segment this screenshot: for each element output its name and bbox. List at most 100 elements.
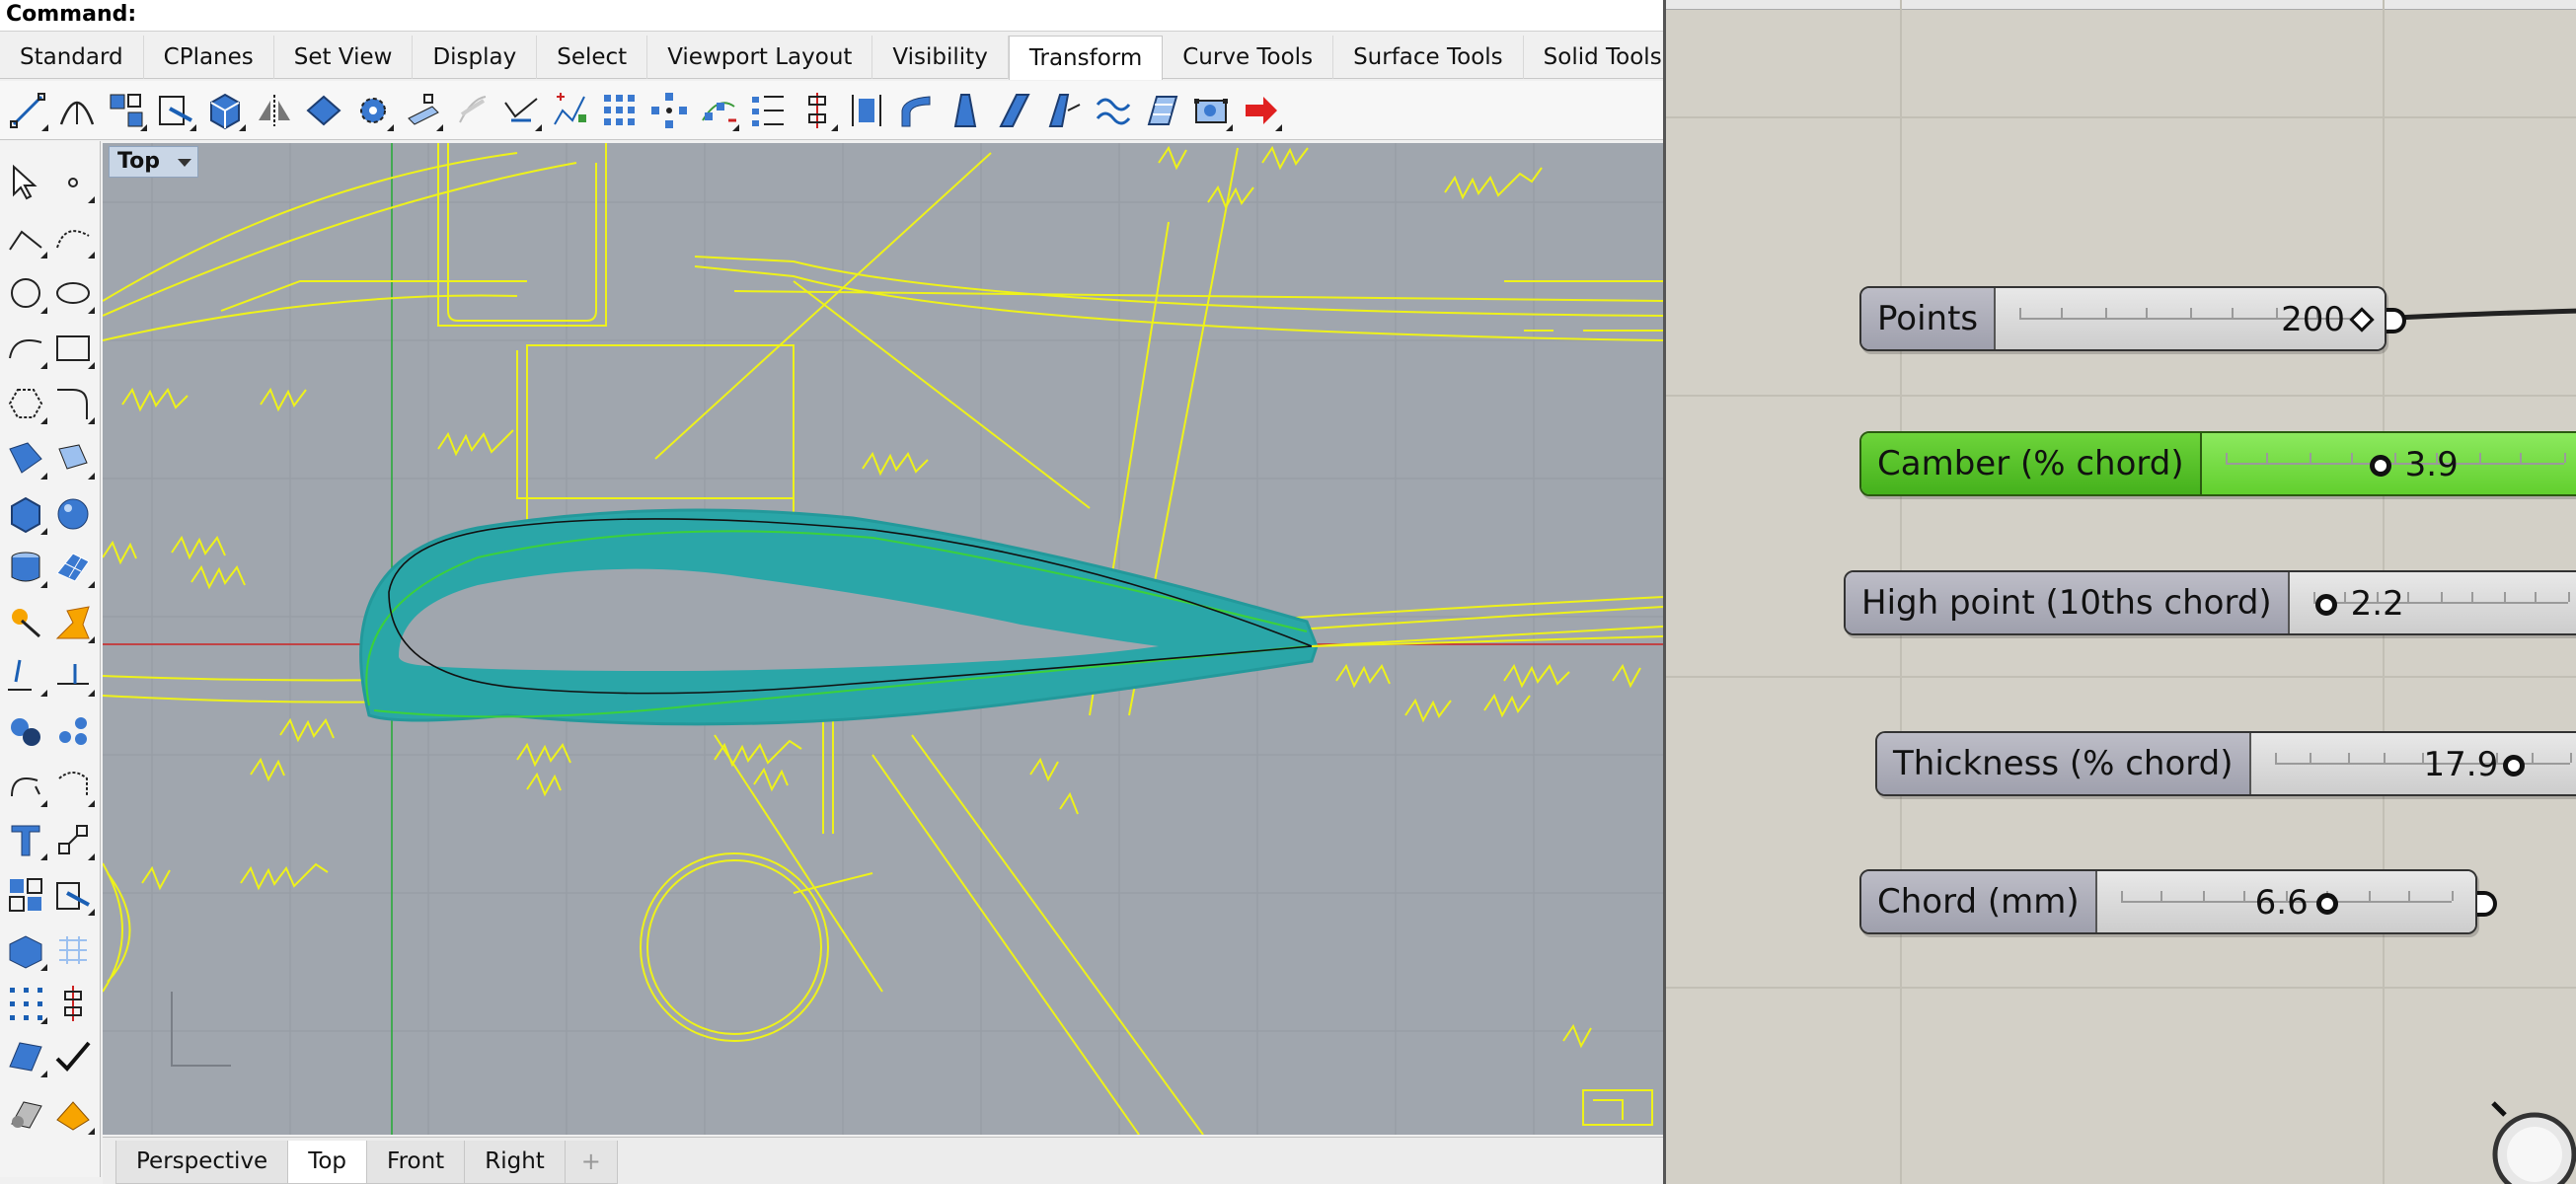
trim-icon[interactable] <box>4 654 47 698</box>
scale-tool-icon[interactable] <box>51 873 95 917</box>
arc-icon[interactable] <box>4 327 47 370</box>
fillet-icon[interactable] <box>51 382 95 425</box>
viewport-menu-chevron-down-icon[interactable] <box>177 159 191 167</box>
render-icon[interactable] <box>4 1092 47 1136</box>
polygon-icon[interactable] <box>4 382 47 425</box>
copy-icon[interactable] <box>55 88 98 133</box>
ungroup-icon[interactable] <box>51 709 95 753</box>
points-on-icon[interactable] <box>4 982 47 1025</box>
extrude-surface-icon[interactable] <box>51 437 95 481</box>
rotate-curve-icon[interactable] <box>4 765 47 808</box>
tab-curve-tools[interactable]: Curve Tools <box>1163 36 1334 79</box>
shear-icon[interactable] <box>993 88 1035 133</box>
slider-thickness-label: Thickness (% chord) <box>1877 733 2251 794</box>
stretch-icon[interactable] <box>1042 88 1085 133</box>
slider-thickness-knob-icon[interactable] <box>2502 755 2525 777</box>
slider-points-rail[interactable]: 200 <box>1996 288 2385 349</box>
explode-icon[interactable] <box>51 601 95 644</box>
canvas-navigation-ball-icon[interactable] <box>2485 1095 2576 1184</box>
rectangle-icon[interactable] <box>51 327 95 370</box>
tab-standard[interactable]: Standard <box>0 36 144 79</box>
flow-surface-icon[interactable] <box>1141 88 1183 133</box>
slider-chord[interactable]: Chord (mm) 6.6 <box>1859 869 2497 934</box>
check-icon[interactable] <box>51 1035 95 1078</box>
tab-viewport-layout[interactable]: Viewport Layout <box>647 36 873 79</box>
curve-icon[interactable] <box>51 216 95 259</box>
cage-edit-icon[interactable] <box>1190 88 1233 133</box>
tab-visibility[interactable]: Visibility <box>872 36 1009 79</box>
grasshopper-canvas[interactable]: Points 200 Camber (% chord) 3.9 High poi… <box>1663 0 2576 1184</box>
bend-curve-icon[interactable] <box>894 88 937 133</box>
move-icon[interactable] <box>6 88 48 133</box>
slider-high-point[interactable]: High point (10ths chord) 2.2 <box>1844 570 2576 635</box>
array-surface-icon[interactable] <box>746 88 789 133</box>
slider-chord-knob-icon[interactable] <box>2315 893 2338 915</box>
scale-icon[interactable] <box>154 88 196 133</box>
sphere-icon[interactable] <box>51 492 95 536</box>
viewport-tab-top[interactable]: Top <box>287 1141 368 1184</box>
slider-thickness-rail[interactable]: 17.9 <box>2250 733 2576 794</box>
rotate-icon[interactable] <box>105 88 147 133</box>
split-icon[interactable] <box>51 654 95 698</box>
viewport-title[interactable]: Top <box>109 146 198 178</box>
box-icon[interactable] <box>203 88 246 133</box>
taper-icon[interactable] <box>944 88 986 133</box>
tab-surface-tools[interactable]: Surface Tools <box>1333 36 1524 79</box>
viewport-tab-front[interactable]: Front <box>366 1141 466 1184</box>
osnap-icon[interactable] <box>51 982 95 1025</box>
dimension-icon[interactable] <box>51 818 95 861</box>
mirror-icon[interactable] <box>253 88 295 133</box>
array-polar-icon[interactable] <box>401 88 443 133</box>
twist-icon[interactable] <box>450 88 492 133</box>
tab-select[interactable]: Select <box>537 36 648 79</box>
mesh-icon[interactable] <box>51 546 95 589</box>
group-icon[interactable] <box>4 709 47 753</box>
cylinder-icon[interactable] <box>4 546 47 589</box>
orient-icon[interactable] <box>302 88 344 133</box>
block-icon[interactable] <box>4 873 47 917</box>
ellipse-icon[interactable] <box>51 271 95 315</box>
mesh-render-icon[interactable] <box>4 1035 47 1078</box>
point-icon[interactable] <box>51 161 95 204</box>
slider-thickness[interactable]: Thickness (% chord) 17.9 <box>1875 731 2576 796</box>
analyze-icon[interactable] <box>4 601 47 644</box>
slider-camber[interactable]: Camber (% chord) 3.9 <box>1859 431 2576 496</box>
smash-icon[interactable] <box>1092 88 1134 133</box>
surface-icon[interactable] <box>4 437 47 481</box>
set-pt-icon[interactable] <box>796 88 838 133</box>
add-viewport-tab-icon[interactable]: + <box>564 1141 618 1184</box>
grid-array-icon[interactable] <box>598 88 641 133</box>
tab-cplanes[interactable]: CPlanes <box>144 36 274 79</box>
slider-high-point-rail[interactable]: 2.2 <box>2289 572 2576 633</box>
viewport-top[interactable] <box>103 143 1663 1135</box>
polar-array-icon[interactable] <box>647 88 690 133</box>
slider-points[interactable]: Points 200 <box>1859 286 2406 351</box>
arrow-icon[interactable] <box>1240 88 1282 133</box>
bend-icon[interactable] <box>499 88 542 133</box>
grid-snap-icon[interactable] <box>51 928 95 972</box>
tab-transform[interactable]: Transform <box>1008 36 1164 80</box>
polyline-icon[interactable] <box>4 216 47 259</box>
select-arrow-icon[interactable] <box>4 161 47 204</box>
slider-camber-rail[interactable]: 3.9 <box>2201 433 2576 494</box>
slider-high-point-knob-icon[interactable] <box>2314 594 2337 616</box>
solid-union-icon[interactable] <box>4 928 47 972</box>
align-icon[interactable] <box>845 88 887 133</box>
array-icon[interactable] <box>351 88 394 133</box>
rotate3d-icon[interactable] <box>51 765 95 808</box>
tab-display[interactable]: Display <box>413 36 538 79</box>
slider-high-point-label: High point (10ths chord) <box>1846 572 2290 633</box>
tab-solid-tools[interactable]: Solid Tools <box>1524 36 1663 79</box>
array-curve-icon[interactable] <box>697 88 739 133</box>
slider-chord-rail[interactable]: 6.6 <box>2096 871 2475 932</box>
text-icon[interactable] <box>4 818 47 861</box>
circle-icon[interactable] <box>4 271 47 315</box>
tab-set-view[interactable]: Set View <box>274 36 414 79</box>
viewport-tab-perspective[interactable]: Perspective <box>115 1141 289 1184</box>
material-icon[interactable] <box>51 1092 95 1136</box>
solid-box-icon[interactable] <box>4 492 47 536</box>
slider-camber-knob-icon[interactable] <box>2369 455 2391 477</box>
flow-icon[interactable] <box>549 88 591 133</box>
viewport-tab-right[interactable]: Right <box>464 1141 566 1184</box>
command-line[interactable]: Command: <box>0 0 1663 32</box>
